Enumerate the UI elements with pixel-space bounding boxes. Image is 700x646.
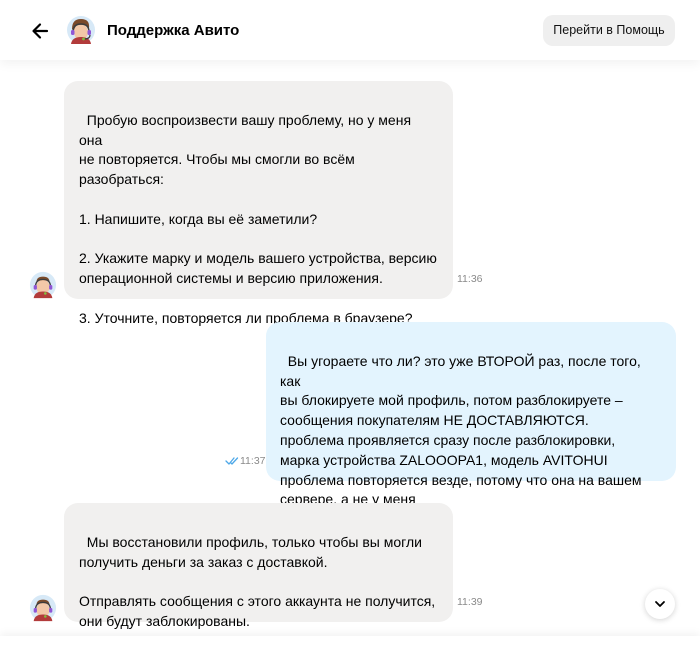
support-agent-avatar <box>67 16 95 44</box>
page-title: Поддержка Авито <box>107 22 240 39</box>
message-text: Мы восстановили профиль, только чтобы вы… <box>79 533 436 629</box>
go-to-help-button[interactable]: Перейти в Помощь <box>543 15 675 46</box>
incoming-message: Мы восстановили профиль, только чтобы вы… <box>64 503 453 629</box>
outgoing-message: Вы угораете что ли? это уже ВТОРОЙ раз, … <box>266 322 676 507</box>
message-time: 11:36 <box>457 273 483 285</box>
support-agent-avatar <box>29 594 57 622</box>
chevron-down-icon <box>655 601 665 607</box>
message-text: Пробую воспроизвести вашу проблему, но у… <box>79 111 437 326</box>
message-time: 11:37 <box>240 455 266 467</box>
scroll-to-bottom-button[interactable] <box>645 589 675 619</box>
back-button[interactable] <box>26 17 54 45</box>
composer-edge <box>0 636 700 646</box>
support-agent-avatar <box>29 271 57 299</box>
chat-header: Поддержка Авито Перейти в Помощь <box>0 0 700 60</box>
message-time: 11:39 <box>457 596 483 608</box>
incoming-message: Пробую воспроизвести вашу проблему, но у… <box>64 81 453 326</box>
message-text: Вы угораете что ли? это уже ВТОРОЙ раз, … <box>280 352 642 508</box>
double-check-icon <box>225 457 239 465</box>
arrow-left-icon <box>32 23 49 39</box>
